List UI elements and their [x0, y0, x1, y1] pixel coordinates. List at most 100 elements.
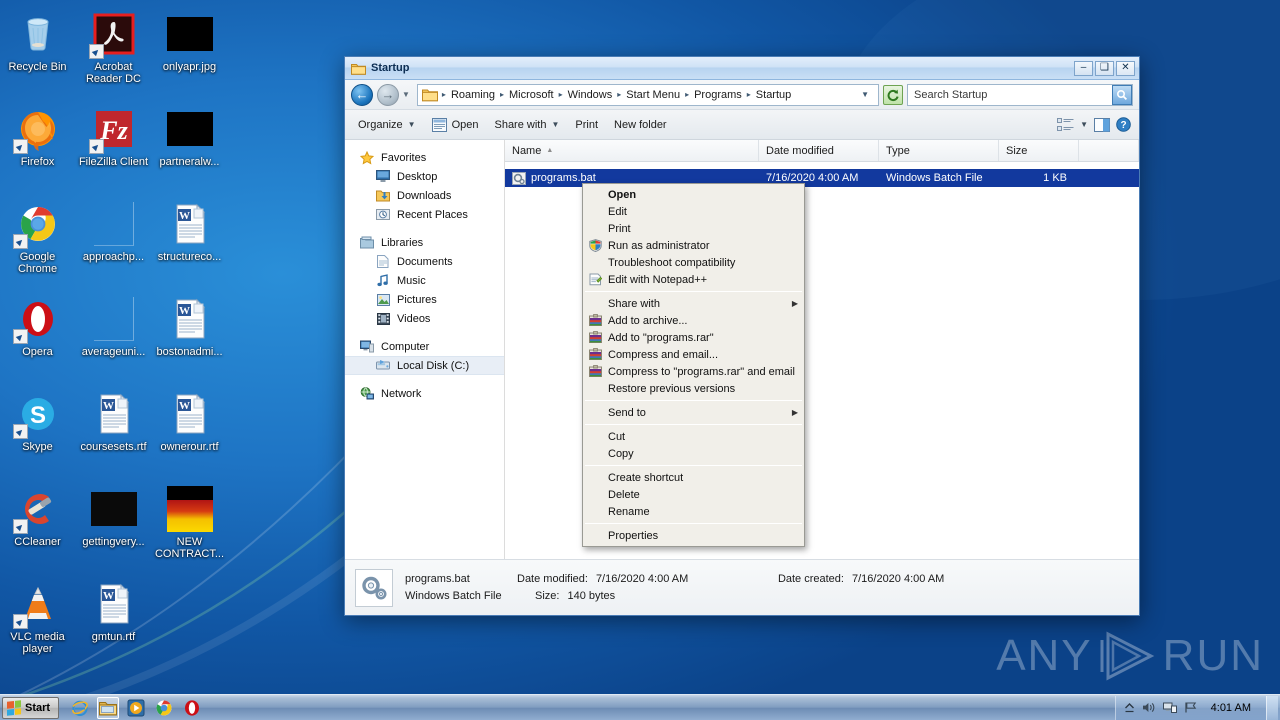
context-menu-item-rename[interactable]: Rename	[583, 503, 804, 520]
breadcrumb-item-roaming[interactable]: Roaming	[448, 88, 498, 102]
breadcrumb-item-microsoft[interactable]: Microsoft	[506, 88, 557, 102]
desktop-icon-approachp[interactable]: approachp...	[76, 194, 151, 289]
show-desktop-button[interactable]	[1266, 695, 1278, 720]
navigation-pane[interactable]: Favorites Desktop Downloads Recent Place…	[345, 140, 505, 559]
column-header-size[interactable]: Size	[999, 140, 1079, 161]
help-icon[interactable]: ?	[1116, 117, 1131, 132]
column-header-name[interactable]: Name ▲	[505, 140, 759, 161]
desktop-icon-ccleaner[interactable]: CCleaner	[0, 479, 75, 574]
column-header-type[interactable]: Type	[879, 140, 999, 161]
print-button[interactable]: Print	[568, 114, 605, 136]
desktop-icon-opera[interactable]: Opera	[0, 289, 75, 384]
show-hidden-icons-icon[interactable]	[1124, 702, 1135, 713]
desktop-icon-bostonadmi[interactable]: W bostonadmi...	[152, 289, 227, 384]
desktop-icon-gmtun-rtf[interactable]: W gmtun.rtf	[76, 574, 151, 669]
taskbar[interactable]: Start 4:01 AM	[0, 694, 1280, 720]
desktop-icon-structureco[interactable]: W structureco...	[152, 194, 227, 289]
context-menu-item-print[interactable]: Print	[583, 220, 804, 237]
context-menu-item-troubleshoot-compatibility[interactable]: Troubleshoot compatibility	[583, 254, 804, 271]
breadcrumb-item-start-menu[interactable]: Start Menu	[623, 88, 683, 102]
nav-header-computer[interactable]: Computer	[345, 337, 504, 356]
context-menu-item-create-shortcut[interactable]: Create shortcut	[583, 469, 804, 486]
desktop-icon-firefox[interactable]: Firefox	[0, 99, 75, 194]
desktop-icon-ownerour-rtf[interactable]: W ownerour.rtf	[152, 384, 227, 479]
context-menu-item-send-to[interactable]: Send to ▶	[583, 404, 804, 421]
back-button[interactable]: ←	[351, 83, 373, 106]
change-view-icon[interactable]	[1057, 117, 1074, 132]
nav-item-downloads[interactable]: Downloads	[345, 186, 504, 205]
search-input[interactable]: Search Startup	[907, 83, 1133, 106]
nav-item-music[interactable]: Music	[345, 271, 504, 290]
desktop-icon-google-chrome[interactable]: Google Chrome	[0, 194, 75, 289]
desktop[interactable]: Recycle Bin Acrobat Reader DC onlyapr.jp…	[0, 0, 1280, 720]
breadcrumb-address-bar[interactable]: ▸ Roaming ▸ Microsoft ▸ Windows ▸ Start …	[416, 83, 879, 106]
desktop-icon-filezilla-client[interactable]: Fz FileZilla Client	[76, 99, 151, 194]
forward-button[interactable]: →	[377, 83, 399, 106]
context-menu-item-run-as-administrator[interactable]: Run as administrator	[583, 237, 804, 254]
context-menu-item-add-to-programs-rar[interactable]: Add to "programs.rar"	[583, 329, 804, 346]
share-with-button[interactable]: Share with ▼	[487, 114, 566, 136]
address-dropdown-icon[interactable]: ▼	[855, 90, 875, 99]
maximize-button[interactable]: ❑	[1095, 60, 1114, 76]
taskbar-media-player-icon[interactable]	[125, 697, 147, 719]
organize-button[interactable]: Organize ▼	[351, 114, 423, 136]
breadcrumb-separator[interactable]: ▸	[683, 90, 691, 99]
taskbar-internet-explorer-icon[interactable]	[69, 697, 91, 719]
preview-pane-icon[interactable]	[1094, 117, 1110, 132]
window-titlebar[interactable]: Startup – ❑ ✕	[345, 57, 1139, 80]
desktop-icon-skype[interactable]: S Skype	[0, 384, 75, 479]
nav-item-videos[interactable]: Videos	[345, 309, 504, 328]
context-menu-item-add-to-archive[interactable]: Add to archive...	[583, 312, 804, 329]
network-icon[interactable]	[1162, 701, 1177, 714]
action-center-flag-icon[interactable]	[1184, 701, 1198, 714]
context-menu-item-edit[interactable]: Edit	[583, 203, 804, 220]
breadcrumb-separator[interactable]: ▸	[440, 90, 448, 99]
taskbar-windows-explorer-icon[interactable]	[97, 696, 120, 719]
context-menu-item-restore-previous-versions[interactable]: Restore previous versions	[583, 380, 804, 397]
context-menu-item-cut[interactable]: Cut	[583, 428, 804, 445]
breadcrumb-separator[interactable]: ▸	[615, 90, 623, 99]
desktop-icon-acrobat-reader-dc[interactable]: Acrobat Reader DC	[76, 4, 151, 99]
breadcrumb-item-startup[interactable]: Startup	[753, 88, 794, 102]
context-menu-item-share-with[interactable]: Share with ▶	[583, 295, 804, 312]
context-menu-item-copy[interactable]: Copy	[583, 445, 804, 462]
taskbar-clock[interactable]: 4:01 AM	[1205, 702, 1257, 714]
nav-header-favorites[interactable]: Favorites	[345, 148, 504, 167]
desktop-icon-averageuni[interactable]: averageuni...	[76, 289, 151, 384]
context-menu-item-open[interactable]: Open	[583, 186, 804, 203]
breadcrumb-separator[interactable]: ▸	[498, 90, 506, 99]
context-menu-item-compress-to-programs-rar-and-email[interactable]: Compress to "programs.rar" and email	[583, 363, 804, 380]
file-context-menu[interactable]: Open Edit Print Run as administrator Tro…	[582, 183, 805, 547]
breadcrumb-separator[interactable]: ▸	[557, 90, 565, 99]
minimize-button[interactable]: –	[1074, 60, 1093, 76]
close-button[interactable]: ✕	[1116, 60, 1135, 76]
taskbar-chrome-icon[interactable]	[153, 697, 175, 719]
nav-item-pictures[interactable]: Pictures	[345, 290, 504, 309]
desktop-icon-new-contract[interactable]: NEW CONTRACT...	[152, 479, 227, 574]
context-menu-item-properties[interactable]: Properties	[583, 527, 804, 544]
volume-icon[interactable]	[1142, 701, 1156, 714]
column-header-date-modified[interactable]: Date modified	[759, 140, 879, 161]
desktop-icon-gettingvery[interactable]: gettingvery...	[76, 479, 151, 574]
view-dropdown-icon[interactable]: ▼	[1080, 120, 1088, 129]
desktop-icon-recycle-bin[interactable]: Recycle Bin	[0, 4, 75, 99]
nav-item-local-disk-c[interactable]: Local Disk (C:)	[345, 356, 504, 375]
nav-header-network[interactable]: Network	[345, 384, 504, 403]
refresh-button[interactable]	[883, 84, 903, 105]
context-menu-item-compress-and-email[interactable]: Compress and email...	[583, 346, 804, 363]
recent-pages-dropdown-icon[interactable]: ▼	[402, 90, 410, 99]
new-folder-button[interactable]: New folder	[607, 114, 674, 136]
desktop-icon-coursesets-rtf[interactable]: W coursesets.rtf	[76, 384, 151, 479]
nav-header-libraries[interactable]: Libraries	[345, 233, 504, 252]
desktop-icon-onlyapr-jpg[interactable]: onlyapr.jpg	[152, 4, 227, 99]
breadcrumb-item-programs[interactable]: Programs	[691, 88, 745, 102]
breadcrumb-separator[interactable]: ▸	[745, 90, 753, 99]
context-menu-item-delete[interactable]: Delete	[583, 486, 804, 503]
nav-item-documents[interactable]: Documents	[345, 252, 504, 271]
search-button[interactable]	[1112, 84, 1132, 105]
context-menu-item-edit-with-notepadpp[interactable]: Edit with Notepad++	[583, 271, 804, 288]
desktop-icon-partneralw[interactable]: partneralw...	[152, 99, 227, 194]
open-button[interactable]: Open	[425, 114, 486, 136]
start-button[interactable]: Start	[2, 696, 60, 719]
nav-item-desktop[interactable]: Desktop	[345, 167, 504, 186]
